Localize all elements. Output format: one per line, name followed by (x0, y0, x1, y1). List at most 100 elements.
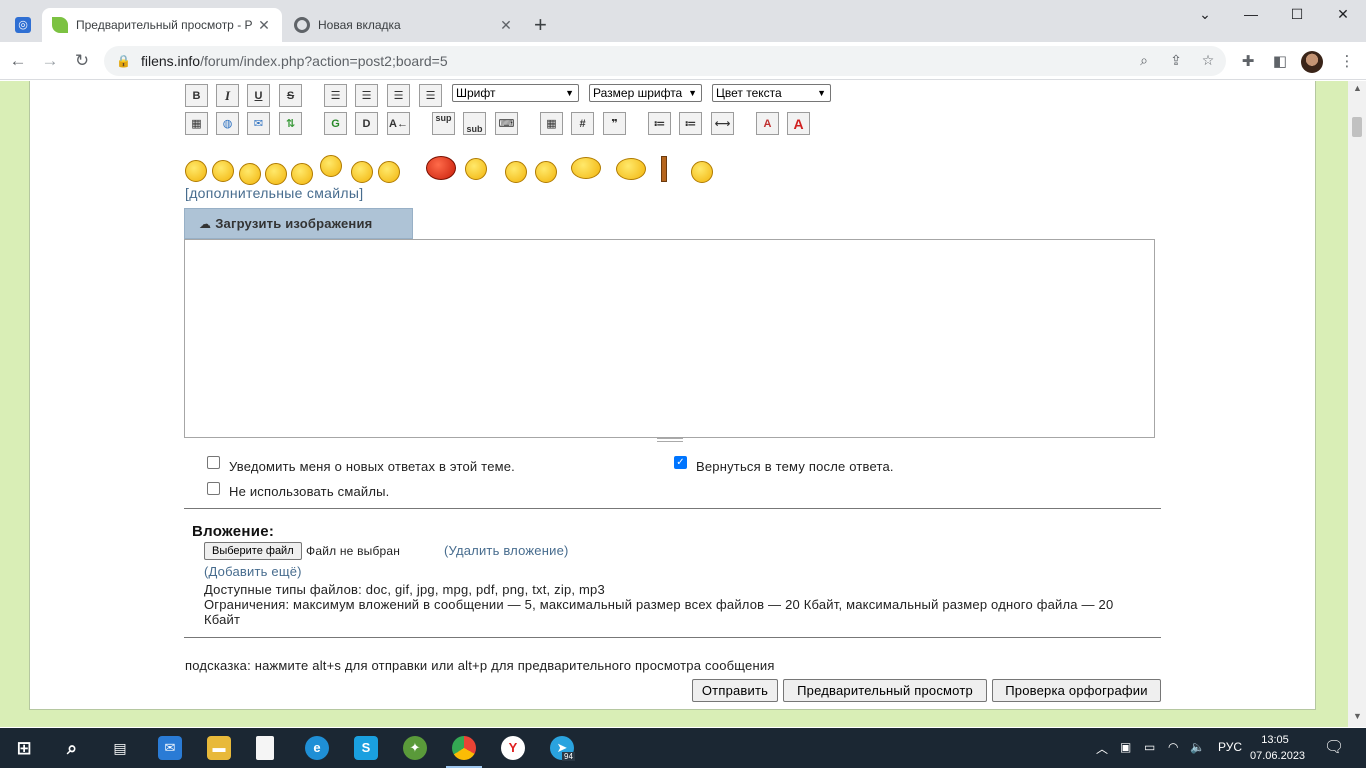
share-icon[interactable]: ⇪ (1166, 50, 1186, 70)
resize-grip-icon[interactable] (657, 438, 683, 442)
smiley-icon[interactable] (691, 161, 713, 183)
windows-start-icon[interactable]: ⊞ (12, 736, 36, 760)
strike-button[interactable]: S (279, 84, 302, 107)
numbered-list-icon[interactable]: ≔ (679, 112, 702, 135)
align-left-icon[interactable]: ☰ (324, 84, 347, 107)
edge-icon[interactable]: e (305, 736, 329, 760)
devil-smiley-icon[interactable] (426, 156, 456, 180)
align-justify-icon[interactable]: ☰ (355, 84, 378, 107)
back-button[interactable]: ← (7, 50, 29, 72)
side-panel-icon[interactable]: ◧ (1269, 51, 1291, 73)
upload-images-button[interactable]: ☁ Загрузить изображения (184, 208, 413, 239)
search-icon[interactable]: ⌕ (60, 736, 84, 760)
smiley-icon[interactable] (185, 160, 207, 182)
volume-icon[interactable]: 🔈 (1190, 740, 1205, 754)
smiley-icon[interactable] (265, 163, 287, 185)
bold-button[interactable]: B (185, 84, 208, 107)
ftp-icon[interactable]: ⇅ (279, 112, 302, 135)
more-smileys-link[interactable]: [дополнительные смайлы] (185, 185, 363, 201)
forward-button[interactable]: → (39, 50, 61, 72)
font-select[interactable]: Шрифт ▼ (452, 84, 579, 102)
mail-icon[interactable]: ✉ (158, 736, 182, 760)
text-color-select[interactable]: Цвет текста ▼ (712, 84, 831, 102)
tab-preview[interactable]: Предварительный просмотр - Р ✕ (42, 8, 282, 42)
italic-button[interactable]: I (216, 84, 239, 107)
smiley-icon[interactable] (239, 163, 261, 185)
teletype-icon[interactable]: ⌨ (495, 112, 518, 135)
smiley-icon[interactable] (535, 161, 557, 183)
close-window-button[interactable]: ✕ (1320, 6, 1366, 26)
bookmark-star-icon[interactable]: ☆ (1198, 50, 1218, 70)
lock-icon[interactable]: 🔒 (116, 54, 131, 68)
puzzle-app-icon[interactable]: ✦ (403, 736, 427, 760)
reload-button[interactable]: ↻ (71, 50, 93, 72)
smiley-icon[interactable] (505, 161, 527, 183)
superscript-icon[interactable]: sup (432, 112, 455, 135)
preview-button[interactable]: Предварительный просмотр (783, 679, 987, 702)
maximize-button[interactable]: ☐ (1274, 6, 1320, 26)
menu-kebab-icon[interactable]: ⋮ (1336, 51, 1358, 73)
align-center-icon[interactable]: ☰ (387, 84, 410, 107)
return-checkbox[interactable]: ✓ (674, 456, 687, 469)
shadow-icon[interactable]: D (355, 112, 378, 135)
yandex-browser-icon[interactable]: Y (501, 736, 525, 760)
address-bar[interactable]: 🔒 filens.info /forum/index.php?action=po… (104, 46, 1226, 76)
new-tab-button[interactable]: + (534, 14, 547, 36)
smiley-icon[interactable] (378, 161, 400, 183)
meet-icon[interactable]: ▣ (1120, 740, 1131, 754)
spellcheck-icon[interactable]: A (756, 112, 779, 135)
remove-attachment-link[interactable]: (Удалить вложение) (444, 543, 569, 558)
scroll-down-icon[interactable]: ▼ (1353, 711, 1362, 721)
extensions-icon[interactable]: ✚ (1237, 51, 1259, 73)
app-menu-icon[interactable]: ◎ (15, 17, 31, 33)
link-globe-icon[interactable]: ◍ (216, 112, 239, 135)
notify-checkbox[interactable] (207, 456, 220, 469)
chevron-up-icon[interactable]: ︿ (1096, 740, 1108, 757)
tab-new[interactable]: Новая вкладка ✕ (284, 8, 524, 42)
font-size-select[interactable]: Размер шрифта ▼ (589, 84, 702, 102)
smiley-icon[interactable] (616, 158, 646, 180)
battery-icon[interactable]: ▭ (1144, 740, 1155, 754)
underline-button[interactable]: U (247, 84, 270, 107)
scrollbar-thumb[interactable] (1352, 117, 1362, 137)
add-more-link[interactable]: (Добавить ещё) (204, 564, 302, 579)
send-button[interactable]: Отправить (692, 679, 778, 702)
align-right-icon[interactable]: ☰ (419, 84, 442, 107)
smiley-icon[interactable] (465, 158, 487, 180)
table-icon[interactable]: ▦ (540, 112, 563, 135)
glow-icon[interactable]: G (324, 112, 347, 135)
scroll-up-icon[interactable]: ▲ (1353, 83, 1362, 93)
tab-search-icon[interactable]: ⌄ (1182, 6, 1228, 26)
chrome-icon[interactable] (446, 736, 482, 768)
close-icon[interactable]: ✕ (256, 17, 272, 34)
bullet-list-icon[interactable]: ≔ (648, 112, 671, 135)
close-icon[interactable]: ✕ (498, 17, 514, 34)
task-view-icon[interactable]: ▤ (108, 736, 132, 760)
message-textarea[interactable] (184, 239, 1155, 438)
smiley-icon[interactable] (212, 160, 234, 182)
choose-file-button[interactable]: Выберите файл (204, 542, 302, 560)
text-color-icon[interactable]: A (787, 112, 810, 135)
skype-icon[interactable]: S (354, 736, 378, 760)
minimize-button[interactable]: — (1228, 6, 1274, 26)
page-scrollbar[interactable]: ▲ ▼ (1348, 81, 1366, 727)
file-explorer-icon[interactable]: ▬ (207, 736, 231, 760)
smiley-icon[interactable] (351, 161, 373, 183)
quote-icon[interactable]: ❞ (603, 112, 626, 135)
smiley-icon[interactable] (291, 163, 313, 185)
clock[interactable]: 13:05 07.06.2023 (1250, 732, 1305, 764)
language-indicator[interactable]: РУС (1218, 740, 1242, 754)
marquee-icon[interactable]: A← (387, 112, 410, 135)
zoom-icon[interactable]: ⌕ (1134, 50, 1154, 70)
profile-avatar[interactable] (1301, 51, 1323, 73)
image-icon[interactable]: ▦ (185, 112, 208, 135)
notifications-icon[interactable]: 🗨 (1324, 737, 1344, 757)
document-icon[interactable] (256, 736, 274, 760)
code-hash-icon[interactable]: # (571, 112, 594, 135)
smiley-icon[interactable] (571, 157, 601, 179)
spellcheck-button[interactable]: Проверка орфографии (992, 679, 1161, 702)
wifi-icon[interactable]: ◠ (1168, 740, 1178, 754)
pole-smiley-icon[interactable] (661, 156, 667, 182)
no-smileys-checkbox[interactable] (207, 482, 220, 495)
smiley-icon[interactable] (320, 155, 342, 177)
